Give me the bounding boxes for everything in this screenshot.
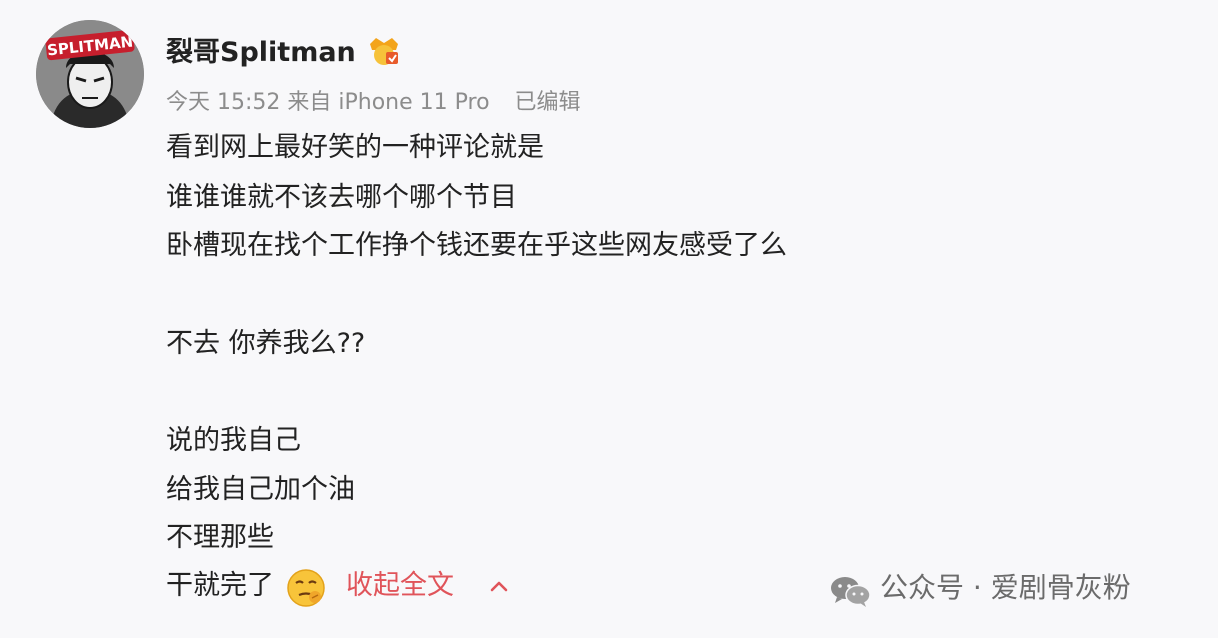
- wechat-icon: [831, 577, 871, 607]
- watermark-text: 公众号 · 爱剧骨灰粉: [880, 571, 1131, 604]
- weibo-post-card: SPLITMAN 裂哥Splitman 今天 15:52 来自 iPhone 1…: [0, 0, 1218, 638]
- chevron-up-icon[interactable]: [486, 574, 512, 600]
- post-line: 谁谁谁就不该去哪个哪个节目: [166, 182, 517, 213]
- avatar[interactable]: SPLITMAN: [36, 20, 144, 128]
- post-line: 给我自己加个油: [166, 474, 355, 505]
- post-line: 卧槽现在找个工作挣个钱还要在乎这些网友感受了么: [166, 230, 787, 261]
- collapse-text-button[interactable]: 收起全文: [346, 568, 454, 604]
- post-line: 说的我自己: [166, 425, 301, 456]
- post-meta: 今天 15:52 来自 iPhone 11 Pro 已编辑: [166, 84, 581, 116]
- post-line: 不去 你养我么??: [166, 328, 366, 359]
- username[interactable]: 裂哥Splitman: [166, 30, 356, 69]
- post-line: 看到网上最好笑的一种评论就是: [166, 132, 544, 163]
- post-source: 来自 iPhone 11 Pro: [287, 90, 490, 115]
- post-time: 今天 15:52: [166, 90, 281, 115]
- avatar-illustration: SPLITMAN: [36, 20, 144, 128]
- post-line: 不理那些: [166, 522, 274, 553]
- edited-label[interactable]: 已编辑: [515, 90, 581, 115]
- post-line: 干就完了: [166, 570, 274, 601]
- smirk-emoji-icon: [287, 569, 325, 607]
- vip-crown-badge-icon[interactable]: [366, 34, 402, 66]
